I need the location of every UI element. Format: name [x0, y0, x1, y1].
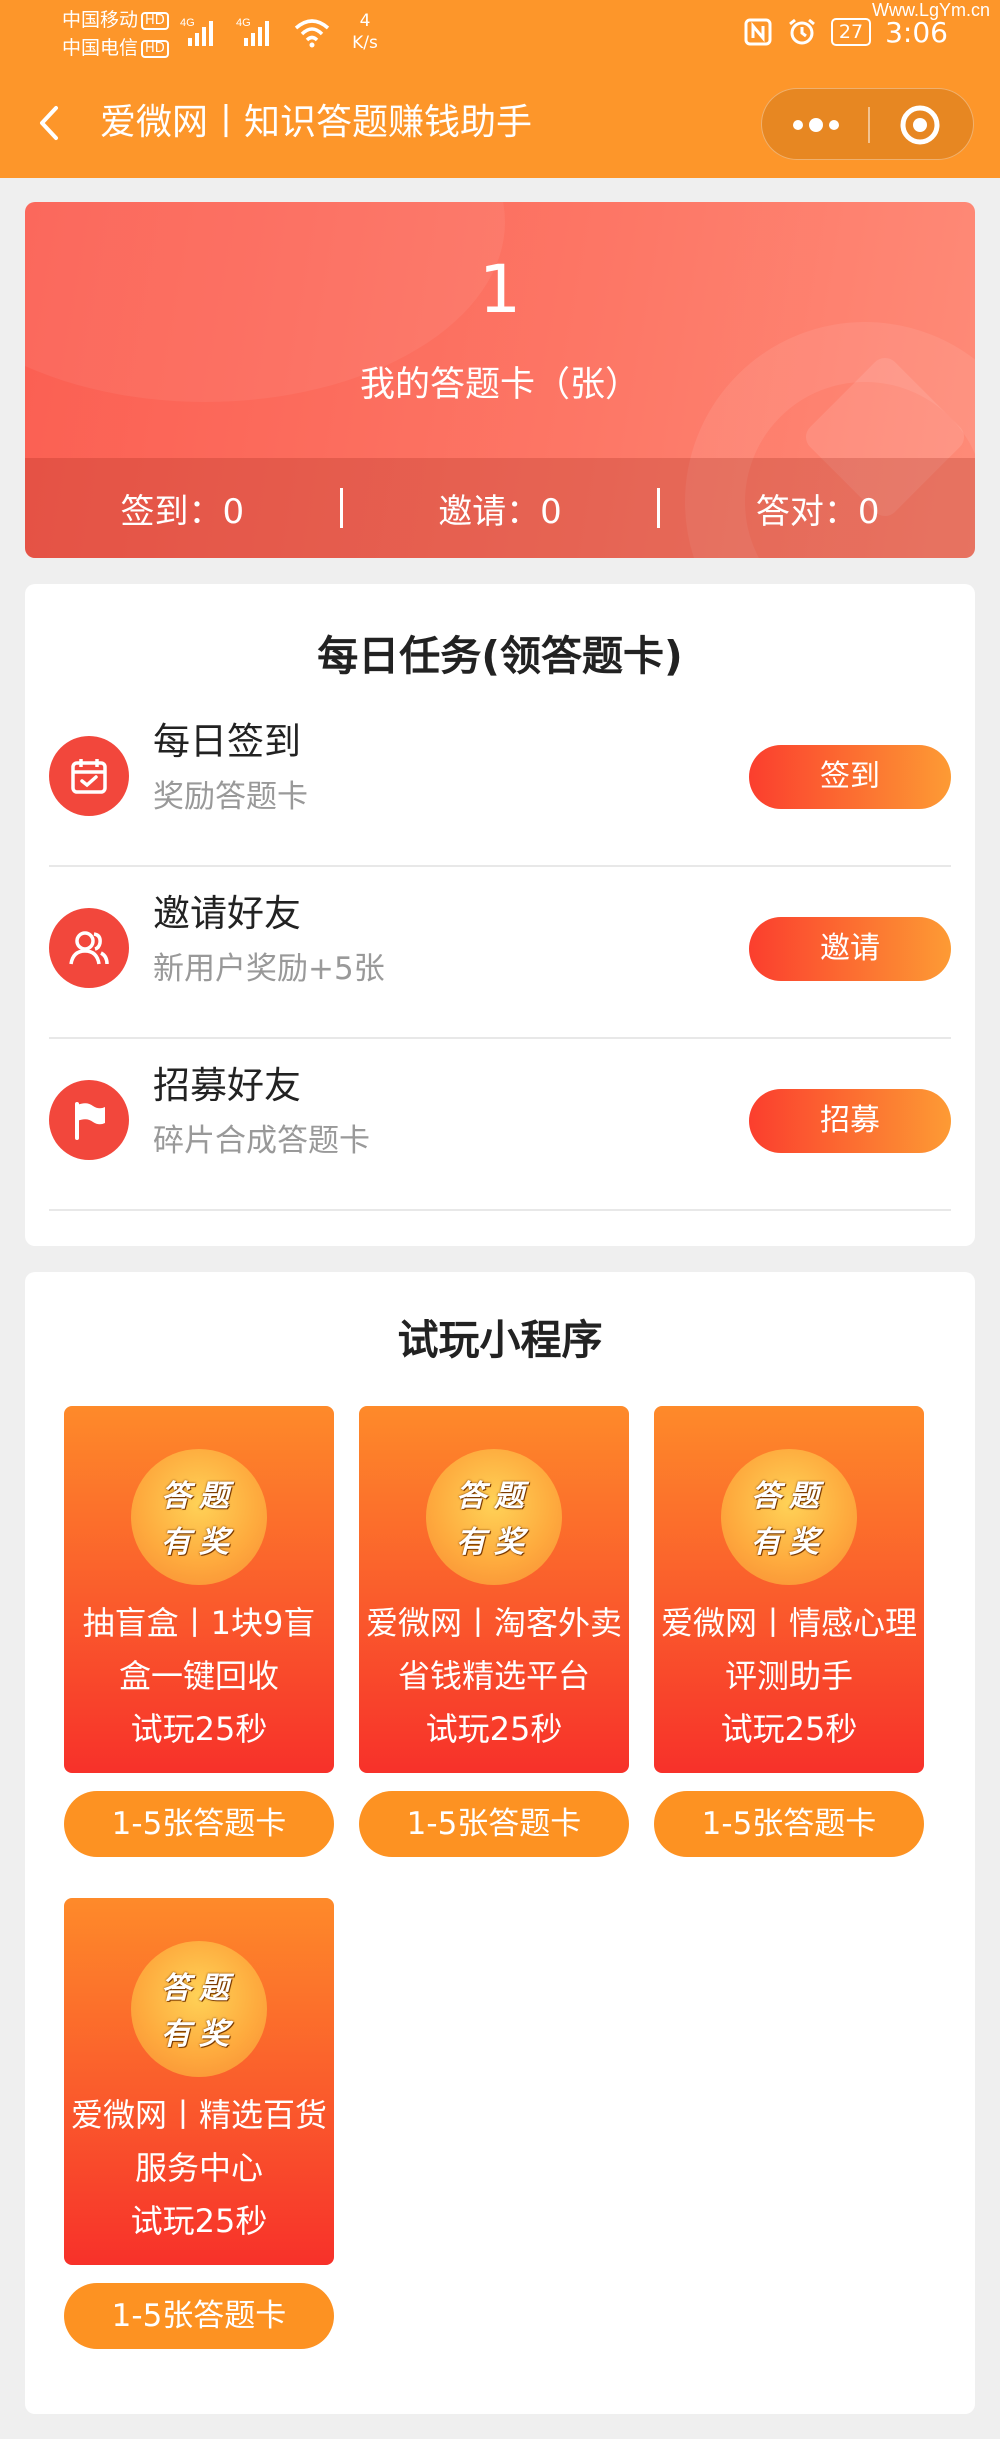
page-title: 爱微网丨知识答题赚钱助手	[100, 102, 533, 143]
signal-icon: 4G	[180, 17, 213, 46]
hero-stats: 签到：0 邀请：0 答对：0	[25, 458, 975, 558]
task-name: 每日签到	[153, 720, 301, 763]
stat-correct: 答对：0	[755, 491, 880, 532]
badge-text: 有奖	[161, 1525, 237, 1560]
trial-reward-button[interactable]: 1-5张答题卡	[654, 1791, 924, 1857]
top-bar: 中国移动 HD 中国电信 HD 4G 4G 4 K/s 27 3:06 Www.…	[0, 0, 1000, 178]
invite-button[interactable]: 邀请	[749, 917, 951, 981]
trial-app-card[interactable]: 答题 有奖 爱微网丨精选百货 服务中心 试玩25秒	[64, 1898, 334, 2265]
carrier-1: 中国移动 HD	[62, 9, 169, 31]
trial-app-name: 爱微网丨精选百货 服务中心 试玩25秒	[70, 2096, 327, 2240]
trial-app-name: 爱微网丨淘客外卖 省钱精选平台 试玩25秒	[365, 1604, 622, 1748]
task-desc: 奖励答题卡	[153, 779, 308, 815]
task-icon-badge	[49, 736, 129, 816]
status-bar: 中国移动 HD 中国电信 HD 4G 4G 4 K/s 27 3:06 Www.…	[0, 0, 1000, 68]
task-name: 邀请好友	[153, 892, 301, 935]
network-speed: 4 K/s	[352, 11, 378, 53]
stat-checkin: 签到：0	[120, 491, 245, 532]
trial-app-card[interactable]: 答题 有奖 爱微网丨淘客外卖 省钱精选平台 试玩25秒	[359, 1406, 629, 1773]
trial-app-name: 抽盲盒丨1块9盲 盒一键回收 试玩25秒	[82, 1604, 316, 1748]
trial-app-name: 爱微网丨情感心理 评测助手 试玩25秒	[660, 1604, 917, 1748]
checkin-button[interactable]: 签到	[749, 745, 951, 809]
task-desc: 碎片合成答题卡	[153, 1123, 370, 1159]
quiz-prize-badge: 答题 有奖	[131, 1449, 267, 1585]
signal-2-label: 4G	[236, 17, 251, 29]
users-icon	[69, 931, 109, 965]
badge-text: 有奖	[161, 2017, 237, 2052]
task-desc: 新用户奖励+5张	[153, 951, 385, 987]
signal-1-label: 4G	[180, 17, 195, 29]
badge-text: 答题	[456, 1479, 532, 1514]
trial-reward-button[interactable]: 1-5张答题卡	[359, 1791, 629, 1857]
quiz-prize-badge: 答题 有奖	[721, 1449, 857, 1585]
task-row-checkin: 每日签到 奖励答题卡 签到	[49, 695, 951, 867]
wifi-icon	[294, 19, 330, 48]
battery-level: 27	[830, 18, 872, 46]
answer-card-count: 1	[479, 251, 521, 328]
watermark: Www.LgYm.cn	[871, 0, 990, 20]
daily-tasks-card: 每日任务(领答题卡) 每日签到 奖励答题卡 签到 邀请好友 新用户奖励+5张 邀…	[25, 584, 975, 1246]
daily-tasks-title: 每日任务(领答题卡)	[317, 632, 683, 680]
answer-card-summary: 1 我的答题卡（张） 签到：0 邀请：0 答对：0	[25, 202, 975, 558]
badge-text: 答题	[161, 1479, 237, 1514]
badge-text: 有奖	[456, 1525, 532, 1560]
trial-title: 试玩小程序	[397, 1316, 603, 1364]
badge-text: 有奖	[751, 1525, 827, 1560]
close-miniprogram-icon[interactable]	[898, 103, 942, 147]
trial-app-card[interactable]: 答题 有奖 抽盲盒丨1块9盲 盒一键回收 试玩25秒	[64, 1406, 334, 1773]
badge-text: 答题	[751, 1479, 827, 1514]
answer-card-label: 我的答题卡（张）	[359, 365, 640, 405]
task-icon-badge	[49, 1080, 129, 1160]
carrier-2: 中国电信 HD	[62, 37, 169, 59]
back-icon[interactable]	[30, 98, 70, 148]
recruit-button[interactable]: 招募	[749, 1089, 951, 1153]
miniprogram-capsule	[761, 88, 974, 160]
nfc-icon	[744, 18, 772, 46]
alarm-icon	[788, 18, 815, 45]
task-row-recruit: 招募好友 碎片合成答题卡 招募	[49, 1039, 951, 1211]
badge-text: 答题	[161, 1971, 237, 2006]
capsule-divider	[868, 107, 870, 143]
trial-miniprograms-card: 试玩小程序 答题 有奖 抽盲盒丨1块9盲 盒一键回收 试玩25秒 1-5张答题卡…	[25, 1272, 975, 2414]
task-name: 招募好友	[153, 1064, 301, 1107]
trial-reward-button[interactable]: 1-5张答题卡	[64, 2283, 334, 2349]
trial-reward-button[interactable]: 1-5张答题卡	[64, 1791, 334, 1857]
signal-icon: 4G	[236, 17, 269, 46]
trial-app-card[interactable]: 答题 有奖 爱微网丨情感心理 评测助手 试玩25秒	[654, 1406, 924, 1773]
quiz-prize-badge: 答题 有奖	[131, 1941, 267, 2077]
quiz-prize-badge: 答题 有奖	[426, 1449, 562, 1585]
more-icon[interactable]	[788, 113, 844, 137]
calendar-icon	[71, 759, 107, 794]
task-row-invite: 邀请好友 新用户奖励+5张 邀请	[49, 867, 951, 1039]
stat-invite: 邀请：0	[438, 491, 562, 532]
flag-icon	[75, 1102, 105, 1140]
task-icon-badge	[49, 908, 129, 988]
